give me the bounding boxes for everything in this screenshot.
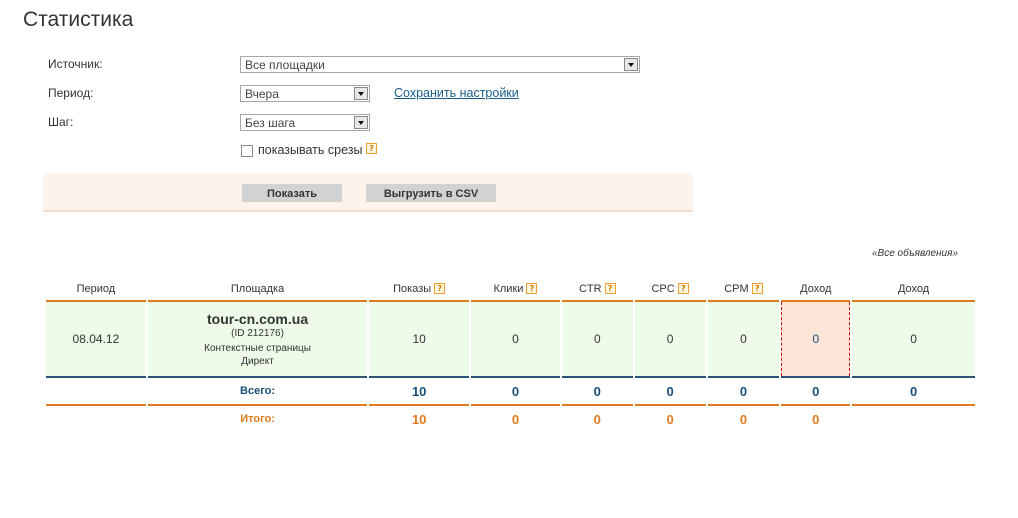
page-title: Статистика xyxy=(23,8,134,31)
cell-period: 08.04.12 xyxy=(46,302,146,376)
header-impressions-label: Показы xyxy=(393,283,432,295)
grand-impressions: 10 xyxy=(411,411,427,427)
step-select[interactable]: Без шага xyxy=(240,114,370,131)
cell-income: 0 xyxy=(781,302,851,376)
export-csv-button[interactable]: Выгрузить в CSV xyxy=(366,184,496,202)
total-row: Всего: 10 0 0 0 0 0 0 xyxy=(46,376,975,406)
header-impressions: Показы ? xyxy=(369,278,470,302)
help-icon[interactable]: ? xyxy=(677,283,689,294)
total-empty xyxy=(46,376,146,406)
all-ads-note: «Все объявления» xyxy=(871,248,959,259)
header-period: Период xyxy=(46,278,146,302)
header-site: Площадка xyxy=(147,278,368,302)
cell-ctr: 0 xyxy=(561,302,633,376)
cell-cpm: 0 xyxy=(707,302,780,376)
step-select-value: Без шага xyxy=(245,116,296,130)
grand-total-row: Итого: 10 0 0 0 0 0 xyxy=(46,406,975,432)
cell-cpc: 0 xyxy=(634,302,706,376)
total-ctr: 0 xyxy=(561,376,633,406)
dropdown-arrow-icon[interactable] xyxy=(354,116,368,129)
total-cpm: 0 xyxy=(707,376,780,406)
cell-clicks: 0 xyxy=(471,302,560,376)
total-impressions: 10 xyxy=(369,376,470,406)
total-label: Всего: xyxy=(147,376,368,406)
source-select[interactable]: Все площадки xyxy=(240,56,640,73)
stats-table: Период Площадка Показы ? Клики ? CTR ? C… xyxy=(44,278,977,432)
show-button[interactable]: Показать xyxy=(242,184,342,202)
source-label: Источник: xyxy=(48,57,103,71)
total-income: 0 xyxy=(781,376,851,406)
cell-income-all: 0 xyxy=(852,302,975,376)
help-icon[interactable]: ? xyxy=(434,283,446,294)
grand-cpc: 0 xyxy=(666,411,674,427)
header-ctr-label: CTR xyxy=(578,283,602,295)
period-select[interactable]: Вчера xyxy=(240,85,370,102)
dropdown-arrow-icon[interactable] xyxy=(354,87,368,100)
header-income: Доход xyxy=(781,278,851,302)
cell-impressions: 10 xyxy=(369,302,470,376)
grand-ctr: 0 xyxy=(593,411,601,427)
source-select-value: Все площадки xyxy=(245,58,325,72)
header-income-all: Доход xyxy=(852,278,975,302)
cell-site: tour-cn.com.ua (ID 212176) Контекстные с… xyxy=(147,302,368,376)
grand-clicks: 0 xyxy=(511,411,520,427)
table-header-row: Период Площадка Показы ? Клики ? CTR ? C… xyxy=(46,278,975,302)
help-icon[interactable]: ? xyxy=(365,143,377,154)
save-settings-link[interactable]: Сохранить настройки xyxy=(394,86,519,100)
header-clicks: Клики ? xyxy=(471,278,560,302)
grand-empty-2 xyxy=(852,406,975,432)
header-cpc-label: CPC xyxy=(651,283,675,295)
grand-empty xyxy=(46,406,146,432)
header-cpc: CPC ? xyxy=(634,278,706,302)
table-row: 08.04.12 tour-cn.com.ua (ID 212176) Конт… xyxy=(46,302,975,376)
site-product: Директ xyxy=(241,355,274,367)
period-label: Период: xyxy=(48,86,94,100)
grand-total-label: Итого: xyxy=(240,413,275,425)
total-cpc: 0 xyxy=(634,376,706,406)
step-label: Шаг: xyxy=(48,115,74,129)
grand-income: 0 xyxy=(812,411,820,427)
site-id: (ID 212176) xyxy=(231,327,284,339)
site-type: Контекстные страницы xyxy=(204,342,311,354)
header-ctr: CTR ? xyxy=(561,278,633,302)
period-select-value: Вчера xyxy=(245,87,279,101)
help-icon[interactable]: ? xyxy=(604,283,616,294)
help-icon[interactable]: ? xyxy=(751,283,763,294)
show-slices-checkbox[interactable] xyxy=(241,145,253,157)
header-clicks-label: Клики xyxy=(493,283,524,295)
show-slices-label: показывать срезы ? xyxy=(258,143,377,157)
site-name: tour-cn.com.ua xyxy=(206,310,309,327)
total-clicks: 0 xyxy=(471,376,560,406)
header-cpm: CPM ? xyxy=(707,278,780,302)
help-icon[interactable]: ? xyxy=(526,283,538,294)
total-income-all: 0 xyxy=(852,376,975,406)
grand-cpm: 0 xyxy=(739,411,748,427)
show-slices-text: показывать срезы xyxy=(258,143,363,157)
header-cpm-label: CPM xyxy=(724,283,749,295)
dropdown-arrow-icon[interactable] xyxy=(624,58,638,71)
